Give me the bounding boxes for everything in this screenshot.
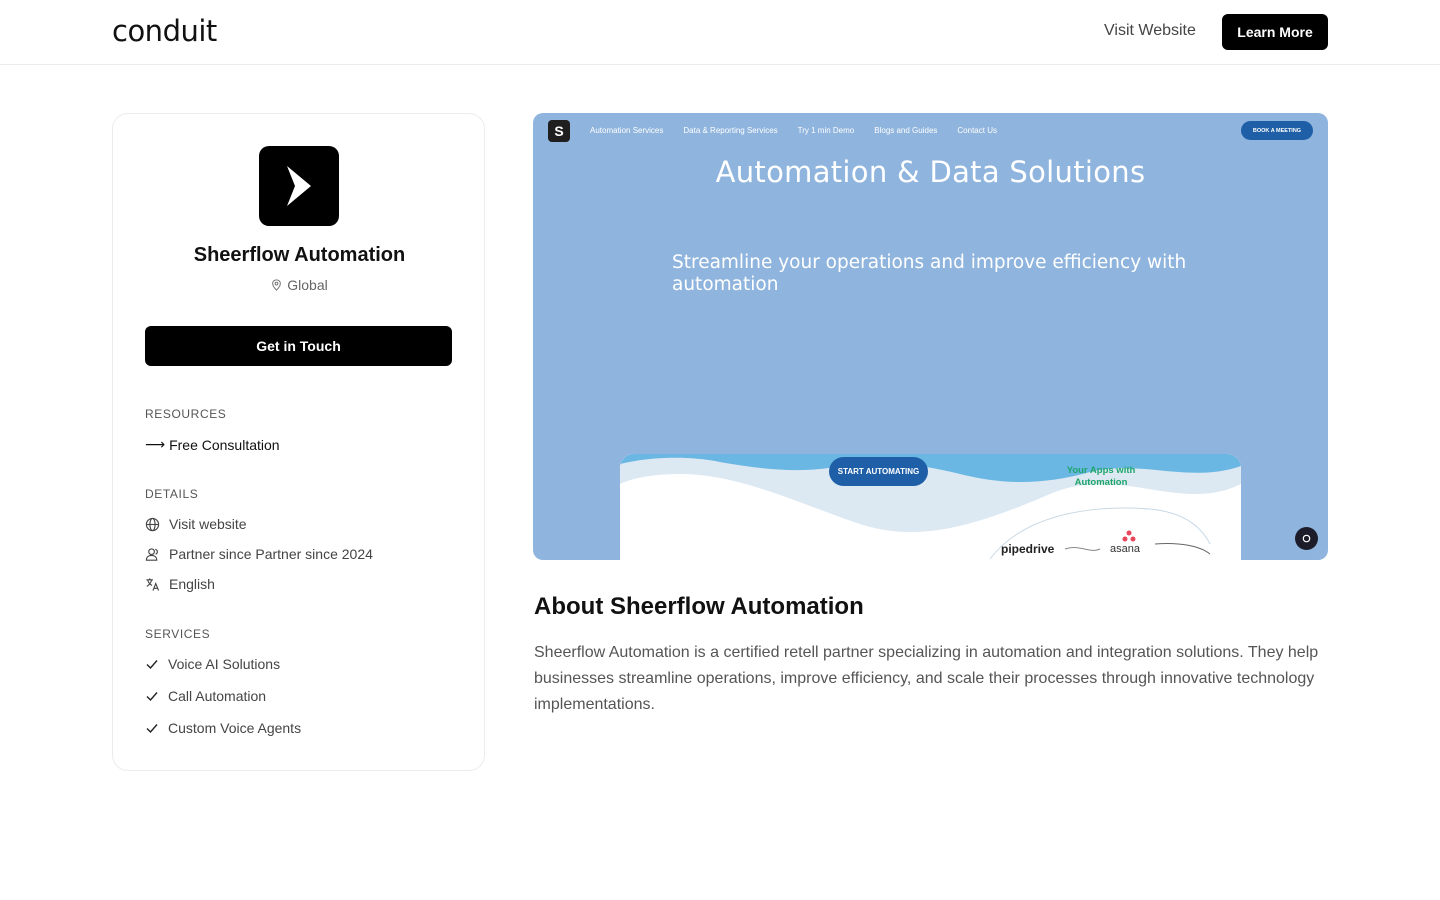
service-label: Call Automation <box>168 688 267 704</box>
chat-widget-icon <box>1295 527 1318 550</box>
pipedrive-logo: pipedrive <box>1001 542 1055 556</box>
site-headline: Automation & Data Solutions <box>715 155 1146 189</box>
site-nav-item: Automation Services <box>590 126 664 135</box>
get-in-touch-button[interactable]: Get in Touch <box>145 326 452 366</box>
chat-bubble-icon <box>1302 534 1311 543</box>
location-label: Global <box>287 277 328 293</box>
globe-icon <box>145 517 160 531</box>
detail-label: Partner since Partner since 2024 <box>169 546 373 562</box>
partner-name: Sheerflow Automation <box>193 244 406 266</box>
site-nav: Automation Services Data & Reporting Ser… <box>590 126 997 135</box>
resources-heading: RESOURCES <box>145 407 227 421</box>
asana-logo: asana <box>1110 543 1140 555</box>
asana-icon <box>1122 530 1136 542</box>
check-icon <box>146 692 158 702</box>
detail-partner-since: Partner since Partner since 2024 <box>145 546 373 562</box>
check-icon <box>146 660 158 670</box>
details-heading: DETAILS <box>145 487 199 501</box>
about-title: About Sheerflow Automation <box>534 593 864 620</box>
translate-icon <box>146 577 160 591</box>
site-subheadline: Streamline your operations and improve e… <box>672 252 1187 295</box>
service-label: Voice AI Solutions <box>168 656 281 672</box>
map-pin-icon <box>272 279 282 291</box>
visit-website-link[interactable]: Visit Website <box>1104 22 1196 40</box>
learn-more-button[interactable]: Learn More <box>1222 14 1328 50</box>
partner-avatar <box>259 146 339 226</box>
check-icon <box>146 724 158 734</box>
service-item: Voice AI Solutions <box>145 656 280 672</box>
arrow-right-icon: ⟶ <box>145 436 166 452</box>
about-description: Sheerflow Automation is a certified rete… <box>534 644 1319 713</box>
service-label: Custom Voice Agents <box>168 720 302 736</box>
partner-card: Sheerflow Automation Global Get in Touch… <box>112 113 485 771</box>
service-item: Call Automation <box>145 688 266 704</box>
site-nav-item: Contact Us <box>957 126 997 135</box>
chevron-right-icon <box>287 166 311 206</box>
partner-location: Global <box>113 277 486 293</box>
resource-label: Free Consultation <box>169 436 280 453</box>
services-heading: SERVICES <box>145 627 211 641</box>
website-screenshot: S Automation Services Data & Reporting S… <box>533 113 1328 560</box>
site-nav-item: Data & Reporting Services <box>683 126 778 135</box>
detail-label: English <box>169 576 215 592</box>
conduit-logo[interactable]: conduit <box>112 14 217 48</box>
detail-visit-website[interactable]: Visit website <box>145 516 247 532</box>
top-header: conduit Visit Website Learn More <box>0 0 1440 65</box>
site-book-meeting-button: BOOK A MEETING <box>1241 121 1313 140</box>
user-group-icon <box>145 547 158 561</box>
site-apps-label: Your Apps with Automation <box>1066 465 1136 488</box>
sheerflow-site-logo: S <box>548 120 570 142</box>
resource-link-free-consultation[interactable]: ⟶ Free Consultation <box>145 436 280 453</box>
site-panel <box>620 454 1241 560</box>
wave-decoration <box>620 454 1241 560</box>
site-start-automating-button: START AUTOMATING <box>829 457 928 486</box>
service-item: Custom Voice Agents <box>145 720 301 736</box>
detail-label: Visit website <box>169 516 247 532</box>
detail-language: English <box>145 576 215 592</box>
site-nav-item: Blogs and Guides <box>874 126 938 135</box>
site-nav-item: Try 1 min Demo <box>797 126 855 135</box>
